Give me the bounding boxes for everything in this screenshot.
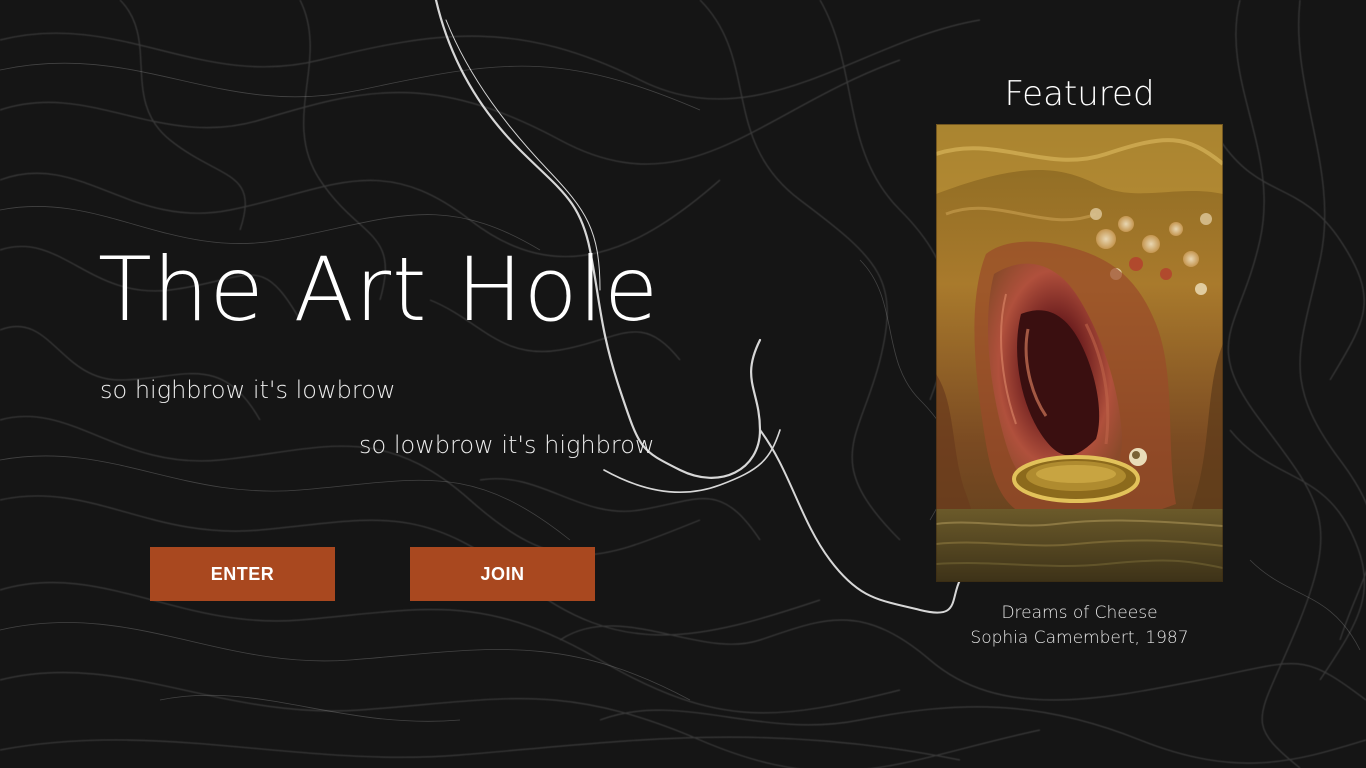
artwork-title: Dreams of Cheese [1001,603,1158,623]
featured-heading: Featured [1004,74,1155,114]
site-title: The Art Hole [98,238,660,341]
join-button[interactable]: JOIN [410,547,595,601]
tagline-lowbrow: so lowbrow it's highbrow [359,431,655,459]
artwork-credit: Sophia Camembert, 1987 [970,628,1189,648]
landing-page: The Art Hole so highbrow it's lowbrow so… [0,0,1366,768]
featured-artwork[interactable] [936,124,1223,582]
tagline-highbrow: so highbrow it's lowbrow [100,376,396,404]
enter-button[interactable]: ENTER [150,547,335,601]
